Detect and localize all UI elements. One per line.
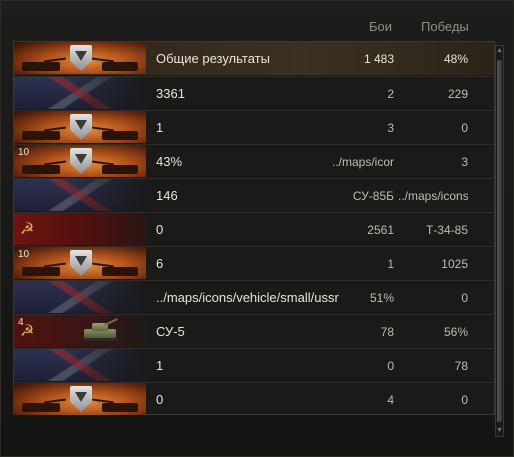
- table-row[interactable]: 3361 2 229: [14, 76, 494, 109]
- nation-flag: [14, 111, 146, 143]
- wins-value: 0: [461, 393, 468, 407]
- vehicle-name: 1: [156, 358, 164, 373]
- tank-silhouette-icon: [22, 165, 60, 174]
- battles-value: ../maps/icor: [331, 155, 394, 169]
- vehicle-name: 0: [156, 222, 164, 237]
- table-row[interactable]: 10 43% ../maps/icor 3: [14, 144, 494, 177]
- wot-shield-icon: [70, 45, 92, 71]
- tank-silhouette-icon: [102, 131, 138, 140]
- wins-column-header[interactable]: Победы: [421, 19, 469, 34]
- tank-silhouette-icon: [22, 62, 60, 71]
- wins-value: ../maps/icons/: [398, 189, 468, 203]
- scroll-up-icon[interactable]: ▲: [496, 47, 503, 55]
- vehicle-stats-panel: Бои Победы Общие результаты 1 483 48% 3361 2…: [0, 0, 514, 457]
- table-row[interactable]: 146 СУ-85Б ../maps/icons/: [14, 178, 494, 211]
- vehicle-name: 6: [156, 256, 164, 271]
- battles-value: 51%: [369, 291, 394, 305]
- vehicle-name: 146: [156, 188, 178, 203]
- battles-column-header[interactable]: Бои: [369, 19, 392, 34]
- table-row[interactable]: 1 0 78: [14, 348, 494, 381]
- tier-label: 10: [18, 249, 30, 260]
- summary-row[interactable]: Общие результаты 1 483 48%: [14, 42, 494, 75]
- battles-value: 3: [387, 121, 394, 135]
- battles-value: 4: [387, 393, 394, 407]
- nation-flag: 10: [14, 247, 146, 279]
- wins-value: 56%: [443, 325, 468, 339]
- table-row[interactable]: ☭ 0 2561 Т-34-85: [14, 212, 494, 245]
- nation-flag: [14, 281, 146, 313]
- nation-flag: 10: [14, 145, 146, 177]
- battles-value: 78: [380, 325, 394, 339]
- tank-silhouette-icon: [102, 165, 138, 174]
- wins-value: 0: [461, 121, 468, 135]
- vehicle-name: Общие результаты: [156, 51, 270, 66]
- nation-flag: [14, 77, 146, 109]
- vehicle-name: 3361: [156, 86, 185, 101]
- wot-shield-icon: [70, 114, 92, 140]
- wins-value: 229: [447, 87, 468, 101]
- wins-value: 48%: [443, 52, 468, 66]
- wot-shield-icon: [70, 386, 92, 412]
- vehicle-name: СУ-5: [156, 324, 185, 339]
- table-row[interactable]: 1 3 0: [14, 110, 494, 143]
- tank-silhouette-icon: [22, 131, 60, 140]
- tank-gun: [104, 318, 118, 326]
- wins-value: 3: [461, 155, 468, 169]
- nation-flag: [14, 179, 146, 211]
- wins-value: 1025: [441, 257, 468, 271]
- scroll-thumb[interactable]: [497, 60, 502, 422]
- battles-value: 1 483: [363, 52, 394, 66]
- tank-silhouette-icon: [22, 403, 60, 412]
- vehicle-name: 0: [156, 392, 164, 407]
- wins-value: 78: [454, 359, 468, 373]
- wot-shield-icon: [70, 148, 92, 174]
- battles-value: 2: [387, 87, 394, 101]
- nation-flag: [14, 42, 146, 74]
- nation-flag: ☭ 4: [14, 315, 146, 347]
- battles-value: 2561: [367, 223, 394, 237]
- tank-icon: [80, 318, 120, 343]
- tier-label: 4: [18, 317, 24, 328]
- table-row[interactable]: 10 6 1 1025: [14, 246, 494, 279]
- tank-silhouette-icon: [22, 267, 60, 276]
- hammer-sickle-icon: ☭: [20, 221, 35, 238]
- nation-flag: ☭: [14, 213, 146, 245]
- scrollbar[interactable]: ▲ ▼: [495, 45, 504, 437]
- battles-value: 1: [387, 257, 394, 271]
- table-row[interactable]: 0 4 0: [14, 382, 494, 415]
- tank-silhouette-icon: [102, 267, 138, 276]
- nation-flag: [14, 383, 146, 415]
- nation-flag: [14, 349, 146, 381]
- vehicle-name: 1: [156, 120, 164, 135]
- stats-table: Общие результаты 1 483 48% 3361 2 229 1 3 0 10 43%…: [13, 41, 495, 415]
- tank-silhouette-icon: [102, 403, 138, 412]
- tank-silhouette-icon: [102, 62, 138, 71]
- battles-value: 0: [387, 359, 394, 373]
- table-header: Бои Победы: [1, 11, 514, 39]
- vehicle-name: 43%: [156, 154, 183, 169]
- table-row[interactable]: ../maps/icons/vehicle/small/ussr 51% 0: [14, 280, 494, 313]
- wot-shield-icon: [70, 250, 92, 276]
- scroll-down-icon[interactable]: ▼: [496, 427, 503, 435]
- wins-value: Т-34-85: [425, 223, 468, 237]
- table-row[interactable]: ☭ 4 СУ-5 78 56%: [14, 314, 494, 347]
- wins-value: 0: [461, 291, 468, 305]
- tier-label: 10: [18, 147, 30, 158]
- vehicle-name: ../maps/icons/vehicle/small/ussr: [156, 290, 339, 305]
- battles-value: СУ-85Б: [352, 189, 394, 203]
